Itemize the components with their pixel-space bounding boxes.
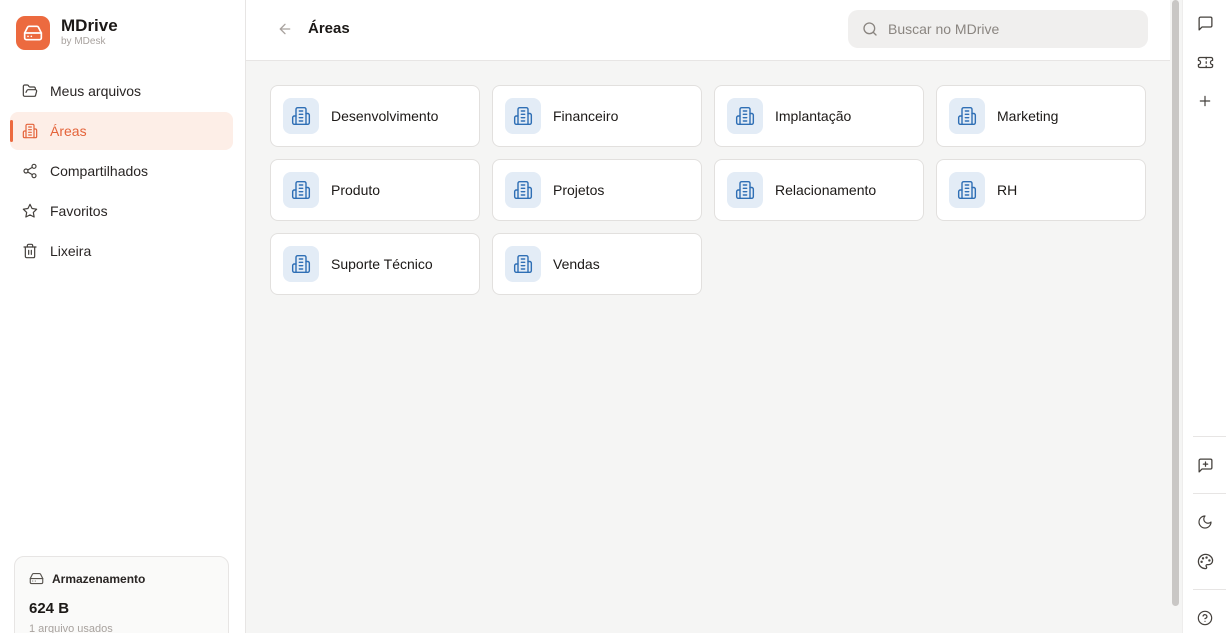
building-icon [283,98,319,134]
area-card-label: Implantação [775,108,852,124]
hard-drive-logo-icon [16,16,50,50]
back-arrow-icon[interactable] [276,20,294,38]
ticket-icon[interactable] [1195,52,1215,72]
star-icon [22,203,38,219]
brand-subtitle: by MDesk [61,36,106,47]
trash-icon [22,243,38,259]
area-card-label: Projetos [553,182,605,198]
folder-open-icon [22,83,38,99]
building-icon [283,246,319,282]
area-card-label: Relacionamento [775,182,877,198]
area-card-label: Produto [331,182,381,198]
area-card-label: RH [997,182,1018,198]
right-rail [1182,0,1226,633]
sidebar-item-meus-arquivos[interactable]: Meus arquivos [10,72,233,110]
search-box[interactable] [848,10,1148,48]
storage-card: Armazenamento 624 B 1 arquivo usados [14,556,229,633]
sidebar-item-label: Compartilhados [50,163,149,179]
rail-divider [1193,589,1226,590]
storage-title: Armazenamento [52,571,146,586]
area-card[interactable]: Desenvolvimento [270,85,480,147]
area-card-label: Financeiro [553,108,619,124]
building-icon [505,98,541,134]
help-icon[interactable] [1195,608,1215,628]
palette-icon[interactable] [1195,551,1215,571]
sidebar-item-compartilhados[interactable]: Compartilhados [10,152,233,190]
areas-grid: Desenvolvimento Financeiro Implantação Mark… [270,85,1146,295]
sidebar-item-areas[interactable]: Áreas [10,112,233,150]
sidebar-item-label: Meus arquivos [50,83,142,99]
rail-divider [1193,493,1226,494]
building-icon [283,172,319,208]
area-card-label: Desenvolvimento [331,108,439,124]
rail-divider [1193,436,1226,437]
plus-icon[interactable] [1195,91,1215,111]
chat-icon[interactable] [1195,13,1215,33]
area-card[interactable]: Implantação [714,85,924,147]
sidebar-item-favoritos[interactable]: Favoritos [10,192,233,230]
hard-drive-icon [29,571,44,586]
brand-name: MDrive [61,16,118,35]
building-icon [727,172,763,208]
building-icon [949,98,985,134]
storage-value: 624 B [29,600,70,617]
building-icon [505,172,541,208]
area-card-label: Vendas [553,256,600,272]
area-card[interactable]: Projetos [492,159,702,221]
storage-subtitle: 1 arquivo usados [29,623,113,633]
search-input[interactable] [888,21,1128,37]
moon-icon[interactable] [1195,512,1215,532]
page-header: Áreas [246,0,1170,61]
sidebar-item-lixeira[interactable]: Lixeira [10,232,233,270]
scrollbar-thumb[interactable] [1172,0,1179,606]
building-icon [22,123,38,139]
brand[interactable]: MDrive by MDesk [16,16,118,50]
sidebar-item-label: Lixeira [50,243,92,259]
area-card[interactable]: Produto [270,159,480,221]
page-title: Áreas [308,20,350,37]
share-icon [22,163,38,179]
area-card[interactable]: Vendas [492,233,702,295]
building-icon [505,246,541,282]
area-card-label: Marketing [997,108,1059,124]
building-icon [949,172,985,208]
add-message-icon[interactable] [1195,455,1215,475]
area-card-label: Suporte Técnico [331,256,433,272]
sidebar-item-label: Áreas [50,123,87,139]
sidebar-nav: Meus arquivos Áreas Compartilhados Favor… [10,72,233,272]
area-card[interactable]: RH [936,159,1146,221]
area-card[interactable]: Suporte Técnico [270,233,480,295]
search-icon [862,21,878,37]
area-card[interactable]: Relacionamento [714,159,924,221]
sidebar: MDrive by MDesk Meus arquivos Áreas Comp… [0,0,246,633]
sidebar-item-label: Favoritos [50,203,108,219]
area-card[interactable]: Financeiro [492,85,702,147]
area-card[interactable]: Marketing [936,85,1146,147]
building-icon [727,98,763,134]
